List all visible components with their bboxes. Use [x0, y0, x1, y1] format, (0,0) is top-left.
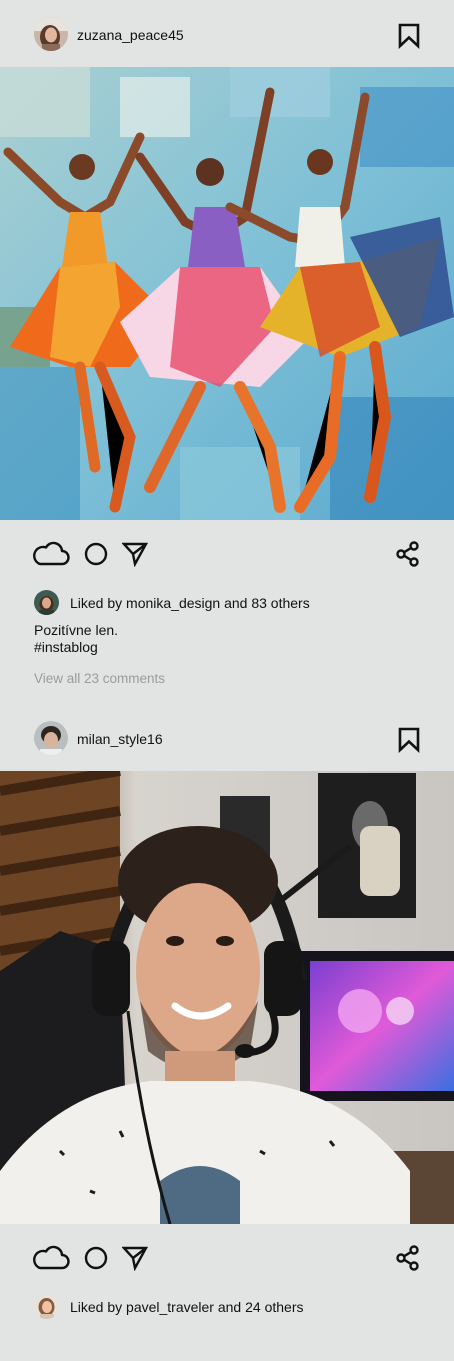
action-bar	[0, 1224, 454, 1292]
likes-text[interactable]: Liked by monika_design and 83 others	[70, 595, 310, 611]
circle-icon[interactable]	[83, 539, 109, 569]
avatar[interactable]	[34, 17, 68, 51]
share-icon[interactable]	[395, 1243, 421, 1273]
post: milan_style16 Liked by pavel_traveler an…	[0, 704, 454, 1322]
share-icon[interactable]	[395, 539, 421, 569]
likes-row: Liked by pavel_traveler and 24 others	[0, 1292, 454, 1322]
bookmark-icon[interactable]	[398, 727, 420, 754]
caption-text: Pozitívne len.	[34, 622, 119, 638]
likes-text[interactable]: Liked by pavel_traveler and 24 others	[70, 1299, 303, 1315]
cloud-icon[interactable]	[32, 539, 70, 569]
username[interactable]: zuzana_peace45	[77, 27, 184, 43]
post-header: milan_style16	[0, 704, 454, 771]
post: zuzana_peace45 Liked by monika_design an…	[0, 0, 454, 686]
view-comments-link[interactable]: View all 23 comments	[34, 671, 165, 687]
post-image[interactable]	[0, 771, 454, 1224]
post-header: zuzana_peace45	[0, 0, 454, 67]
avatar[interactable]	[34, 721, 68, 755]
send-icon[interactable]	[122, 1243, 148, 1273]
bookmark-icon[interactable]	[398, 23, 420, 50]
action-bar	[0, 520, 454, 588]
post-image[interactable]	[0, 67, 454, 520]
send-icon[interactable]	[122, 539, 148, 569]
avatar[interactable]	[34, 1294, 59, 1319]
circle-icon[interactable]	[83, 1243, 109, 1273]
hashtag-link[interactable]: #instablog	[34, 639, 118, 656]
caption: Pozitívne len. #instablog	[34, 622, 118, 656]
cloud-icon[interactable]	[32, 1243, 70, 1273]
likes-row: Liked by monika_design and 83 others	[0, 588, 454, 618]
username[interactable]: milan_style16	[77, 731, 163, 747]
avatar[interactable]	[34, 590, 59, 615]
